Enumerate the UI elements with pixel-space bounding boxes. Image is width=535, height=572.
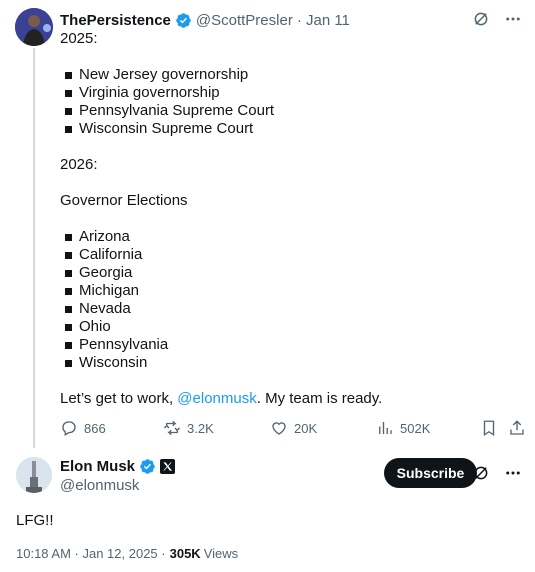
bookmark-icon [483, 420, 495, 437]
reply-text: LFG!! [16, 512, 54, 529]
list-item: Virginia governorship [60, 84, 520, 102]
reply-author: Elon Musk [60, 458, 176, 475]
share-button[interactable] [508, 419, 526, 437]
reply-count: 866 [84, 420, 106, 436]
mention-link[interactable]: @elonmusk [177, 390, 256, 407]
list-item: Pennsylvania Supreme Court [60, 102, 520, 120]
author-name[interactable]: Elon Musk [60, 458, 135, 475]
author-handle[interactable]: @ScottPresler [196, 12, 293, 29]
list-item: Arizona [60, 228, 520, 246]
like-count: 20K [294, 420, 318, 436]
author-name[interactable]: ThePersistence [60, 12, 171, 29]
list-item: California [60, 246, 520, 264]
list-item: Michigan [60, 282, 520, 300]
list-item: Pennsylvania [60, 336, 520, 354]
x-affiliation-icon [160, 459, 176, 474]
tweet-body: 2025: New Jersey governorship Virginia g… [60, 30, 520, 408]
more-options-icon[interactable] [503, 9, 523, 29]
timestamp[interactable]: 10:18 AM · Jan 12, 2025 · [16, 546, 166, 561]
share-icon [510, 420, 524, 435]
thread-connector [33, 48, 35, 448]
closing-line: Let’s get to work, @elonmusk. My team is… [60, 390, 383, 407]
repost-icon [164, 420, 180, 436]
heart-icon [272, 422, 286, 435]
section-heading: Governor Elections [60, 192, 188, 209]
year-2026-label: 2026: [60, 156, 98, 173]
views-label: Views [203, 546, 239, 561]
more-options-icon[interactable] [503, 463, 523, 483]
verified-badge-icon [140, 459, 155, 474]
reply-button[interactable]: 866 [60, 419, 106, 437]
engagement-bar: 866 3.2K 20K 502K [60, 418, 530, 438]
analytics-icon [379, 422, 392, 434]
avatar[interactable] [16, 457, 52, 493]
subscribe-button[interactable]: Subscribe [384, 458, 477, 488]
verified-badge-icon [176, 12, 191, 28]
list-item: Wisconsin [60, 354, 520, 372]
list-item: Georgia [60, 264, 520, 282]
grok-icon[interactable] [471, 9, 491, 29]
tweet-date[interactable]: · Jan 11 [297, 12, 350, 29]
rocket-profile-icon [16, 457, 52, 493]
list-item: Ohio [60, 318, 520, 336]
list-item: New Jersey governorship [60, 66, 520, 84]
bookmark-button[interactable] [480, 419, 498, 437]
grok-icon[interactable] [471, 463, 491, 483]
author-handle[interactable]: @elonmusk [60, 477, 139, 494]
list-item: Wisconsin Supreme Court [60, 120, 520, 138]
year-2025-label: 2025: [60, 30, 98, 47]
profile-photo-icon [15, 8, 53, 46]
reply-icon [62, 421, 76, 436]
view-count: 502K [400, 420, 431, 436]
views-button[interactable]: 502K [376, 419, 430, 437]
reply-meta: 10:18 AM · Jan 12, 2025 · 305K Views [16, 546, 238, 561]
repost-count: 3.2K [187, 420, 214, 436]
views-count: 305K [169, 546, 201, 561]
repost-button[interactable]: 3.2K [163, 419, 214, 437]
like-button[interactable]: 20K [270, 419, 317, 437]
avatar[interactable] [15, 8, 53, 46]
list-item: Nevada [60, 300, 520, 318]
tweet-header: ThePersistence @ScottPresler · Jan 11 [60, 10, 350, 30]
